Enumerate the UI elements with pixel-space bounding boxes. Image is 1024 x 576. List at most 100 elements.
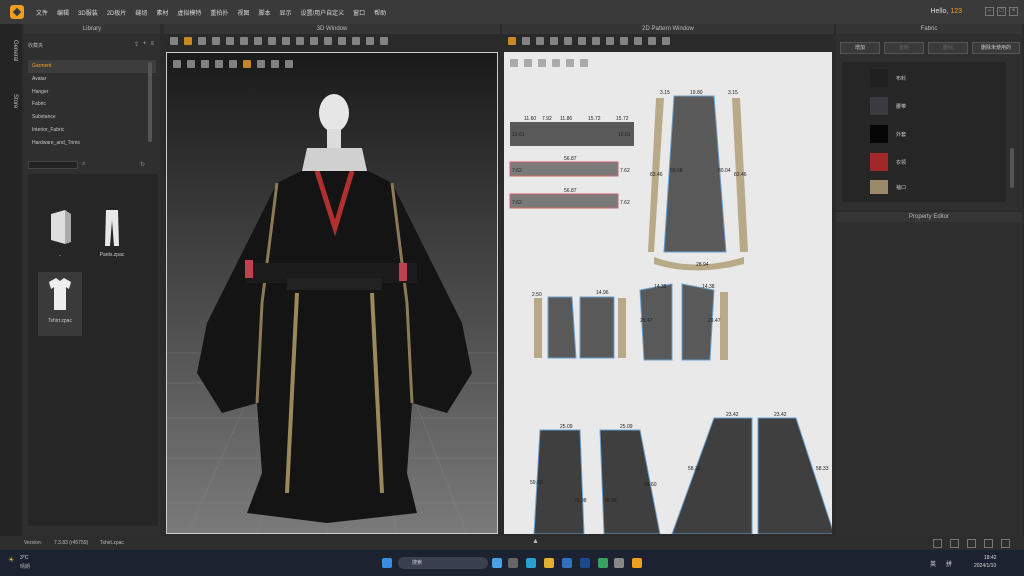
- menu-materials[interactable]: 素材: [156, 8, 168, 17]
- rectangle-icon[interactable]: [550, 37, 558, 45]
- delete-unused-button[interactable]: 删除未使用的: [972, 42, 1020, 54]
- menu-avatar[interactable]: 虚拟模特: [177, 8, 201, 17]
- pleat-icon[interactable]: [648, 37, 656, 45]
- fabric-item[interactable]: 布料: [870, 68, 906, 88]
- texture-display-icon[interactable]: [201, 60, 209, 68]
- upload-icon[interactable]: ⇪: [134, 41, 139, 48]
- capture-icon[interactable]: [285, 60, 293, 68]
- pin-tool-icon[interactable]: [212, 37, 220, 45]
- library-item-avatar[interactable]: Avatar: [28, 73, 156, 86]
- pattern-display-icon[interactable]: [510, 59, 518, 67]
- menu-help[interactable]: 帮助: [374, 8, 386, 17]
- store-icon[interactable]: [562, 558, 572, 568]
- select-tool-icon[interactable]: [170, 37, 178, 45]
- folder-app-icon[interactable]: [544, 558, 554, 568]
- fold-tool-icon[interactable]: [310, 37, 318, 45]
- skin-display-icon[interactable]: [257, 60, 265, 68]
- sewing-display-icon[interactable]: [552, 59, 560, 67]
- minimize-button[interactable]: –: [985, 7, 994, 16]
- clock-date[interactable]: 2024/1/10: [974, 563, 996, 569]
- library-file-tshirt[interactable]: Tshirt.zpac: [38, 272, 82, 336]
- circle-icon[interactable]: [564, 37, 572, 45]
- menu-retopology[interactable]: 重拍扑: [210, 8, 228, 17]
- polygon-icon[interactable]: [536, 37, 544, 45]
- menu-sewing[interactable]: 缝纫: [135, 8, 147, 17]
- browser-icon[interactable]: [492, 558, 502, 568]
- layout-1-icon[interactable]: [933, 539, 942, 548]
- fold-arrangement-icon[interactable]: [634, 37, 642, 45]
- menu-2d-pattern[interactable]: 2D板片: [107, 8, 127, 17]
- weather-icon[interactable]: ☀: [8, 556, 14, 564]
- tshirt-pattern-icon[interactable]: [662, 37, 670, 45]
- notch-display-icon[interactable]: [566, 59, 574, 67]
- photoshop-icon[interactable]: [580, 558, 590, 568]
- copy-fabric-button[interactable]: 复制: [884, 42, 924, 54]
- move-tool-icon[interactable]: [184, 37, 192, 45]
- button-tool-icon[interactable]: [282, 37, 290, 45]
- graphic-tool-icon[interactable]: [352, 37, 360, 45]
- library-item-garment[interactable]: Garment: [28, 60, 156, 73]
- fabric-item[interactable]: 外套: [870, 124, 906, 144]
- internal-line-icon[interactable]: [578, 37, 586, 45]
- tack-tool-icon[interactable]: [226, 37, 234, 45]
- fabric-item[interactable]: 衣领: [870, 152, 906, 172]
- 2d-pattern-canvas[interactable]: 11.60 7.92 11.86 15.72 15.72 12.61 12.61…: [504, 52, 832, 534]
- library-search-input[interactable]: [28, 161, 78, 169]
- grid-display-icon[interactable]: [524, 59, 532, 67]
- clo-app-icon[interactable]: [632, 558, 642, 568]
- strap-tool-icon[interactable]: [268, 37, 276, 45]
- start-icon[interactable]: [382, 558, 392, 568]
- layout-3-icon[interactable]: [967, 539, 976, 548]
- menu-script[interactable]: 脚本: [258, 8, 270, 17]
- brush-tool-icon[interactable]: [254, 37, 262, 45]
- topstitch-tool-icon[interactable]: [366, 37, 374, 45]
- user-name[interactable]: 123: [950, 8, 962, 15]
- fabric-scrollbar[interactable]: [1010, 148, 1014, 188]
- fabric-texture-icon[interactable]: [538, 59, 546, 67]
- taskbar-search-input[interactable]: 搜索: [398, 557, 488, 569]
- fabric-item[interactable]: 腰带: [870, 96, 906, 116]
- solid-view-icon[interactable]: [215, 60, 223, 68]
- edit-pattern-icon[interactable]: [522, 37, 530, 45]
- list-view-icon[interactable]: ≡: [150, 41, 154, 48]
- library-scrollbar[interactable]: [148, 62, 152, 142]
- app-green-icon[interactable]: [598, 558, 608, 568]
- avatar-display-icon[interactable]: [173, 60, 181, 68]
- strain-map-icon[interactable]: [271, 60, 279, 68]
- add-fabric-button[interactable]: 增加: [840, 42, 880, 54]
- expand-arrow-icon[interactable]: ▲: [532, 538, 539, 545]
- fabric-display-icon[interactable]: [243, 60, 251, 68]
- layout-4-icon[interactable]: [984, 539, 993, 548]
- menu-view[interactable]: 视图: [237, 8, 249, 17]
- clock-time[interactable]: 18:42: [984, 555, 997, 561]
- snapshot-icon[interactable]: [580, 59, 588, 67]
- steam-tool-icon[interactable]: [324, 37, 332, 45]
- search-icon[interactable]: ⌕: [82, 161, 85, 168]
- texture-tool-icon[interactable]: [338, 37, 346, 45]
- fabric-item[interactable]: 袖口: [870, 180, 906, 194]
- library-item-interior-fabric[interactable]: Interior_Fabric: [28, 124, 156, 137]
- library-file-pants[interactable]: Pants.zpac: [90, 206, 134, 266]
- zipper-tool-icon[interactable]: [296, 37, 304, 45]
- menu-edit[interactable]: 编辑: [57, 8, 69, 17]
- menu-window[interactable]: 窗口: [353, 8, 365, 17]
- menu-display[interactable]: 显示: [279, 8, 291, 17]
- dart-icon[interactable]: [592, 37, 600, 45]
- delete-fabric-button[interactable]: 删除: [928, 42, 968, 54]
- 3d-viewport[interactable]: [166, 52, 498, 534]
- refresh-icon[interactable]: ↻: [140, 161, 145, 168]
- tab-store[interactable]: Store: [4, 94, 18, 108]
- segment-sewing-icon[interactable]: [606, 37, 614, 45]
- explorer-icon[interactable]: [508, 558, 518, 568]
- free-sewing-icon[interactable]: [620, 37, 628, 45]
- edge-icon[interactable]: [526, 558, 536, 568]
- library-item-fabric[interactable]: Fabric: [28, 98, 156, 111]
- app-gray-icon[interactable]: [614, 558, 624, 568]
- library-item-hardware[interactable]: Hardware_and_Trims: [28, 137, 156, 150]
- layout-2-icon[interactable]: [950, 539, 959, 548]
- maximize-button[interactable]: □: [997, 7, 1006, 16]
- transform-pattern-icon[interactable]: [508, 37, 516, 45]
- menu-3d-garment[interactable]: 3D服装: [78, 8, 98, 17]
- trim-tool-icon[interactable]: [380, 37, 388, 45]
- tab-general[interactable]: General: [4, 40, 18, 61]
